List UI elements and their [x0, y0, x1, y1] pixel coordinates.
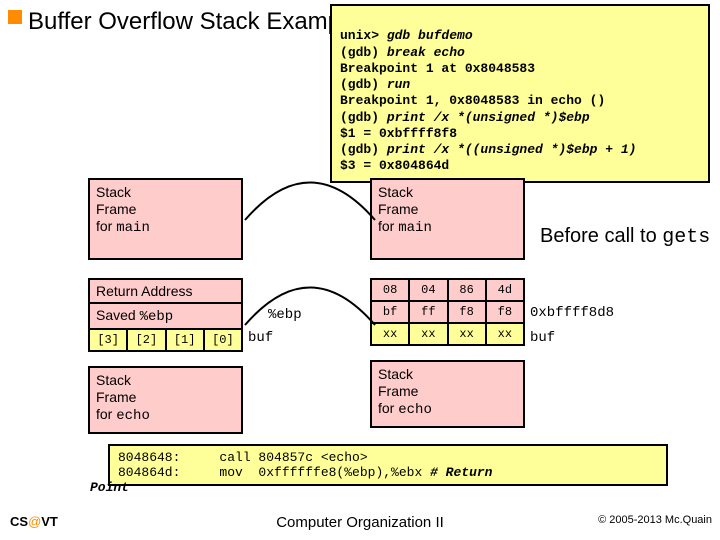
- return-point-label: Point: [90, 480, 129, 495]
- stack-left: Stack Frame for main Return Address Save…: [88, 178, 243, 434]
- buf-row-right: xx xx xx xx: [370, 324, 525, 346]
- frame-connector-arc: [230, 165, 390, 335]
- footer: CS@VT Computer Organization II © 2005-20…: [0, 514, 720, 534]
- buf-row-left: [3] [2] [1] [0]: [88, 330, 243, 352]
- slide-bullet-icon: [8, 10, 22, 24]
- stack-frame-echo-right: Stack Frame for echo: [370, 360, 525, 428]
- stack-right: Stack Frame for main 08 04 86 4d bf ff f…: [370, 178, 525, 428]
- label-buf-right: buf: [530, 330, 555, 346]
- disassembly-box: 8048648: call 804857c <echo> 804864d: mo…: [108, 444, 668, 486]
- before-call-label: Before call to gets: [540, 225, 710, 249]
- return-address-bytes-right: 08 04 86 4d: [370, 278, 525, 302]
- footer-right: © 2005-2013 Mc.Quain: [598, 514, 712, 526]
- slide-title: Buffer Overflow Stack Example: [28, 8, 360, 37]
- stack-frame-echo-left: Stack Frame for echo: [88, 366, 243, 434]
- return-address-cell-left: Return Address: [88, 278, 243, 304]
- label-buf-left: buf: [248, 330, 273, 346]
- saved-ebp-bytes-right: bf ff f8 f8: [370, 302, 525, 324]
- label-ebp-left: %ebp: [268, 307, 302, 323]
- stack-frame-main-right: Stack Frame for main: [370, 178, 525, 260]
- gdb-terminal: unix> gdb bufdemo (gdb) break echo Break…: [330, 4, 710, 183]
- stack-frame-main-left: Stack Frame for main: [88, 178, 243, 260]
- label-saved-right: 0xbffff8d8: [530, 305, 614, 321]
- saved-ebp-cell-left: Saved %ebp: [88, 304, 243, 330]
